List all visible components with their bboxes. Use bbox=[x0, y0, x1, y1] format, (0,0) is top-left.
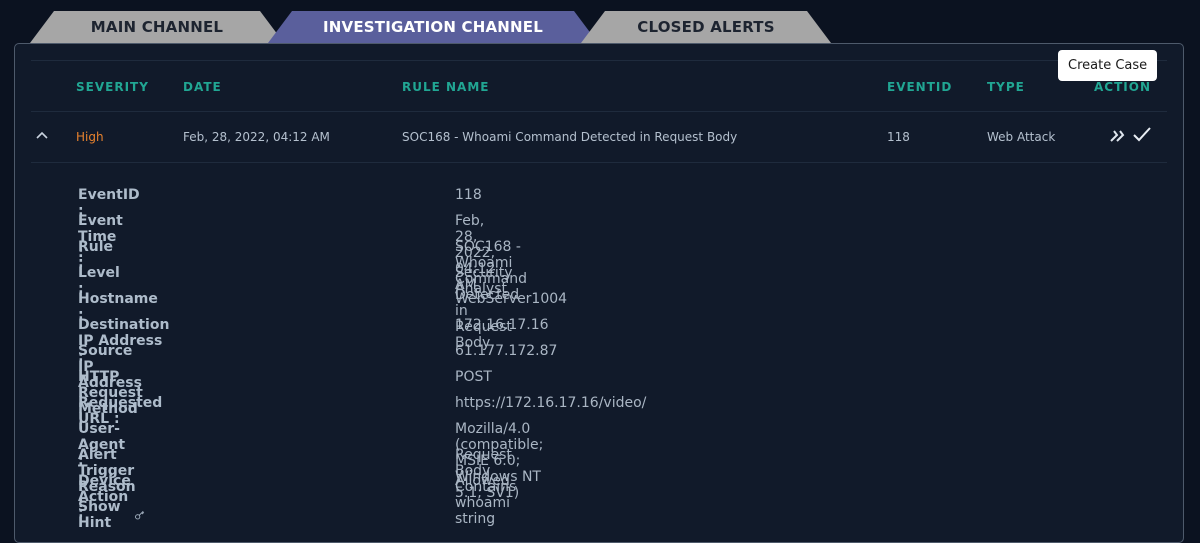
channel-tabs: MAIN CHANNEL INVESTIGATION CHANNEL CLOSE… bbox=[0, 0, 1200, 44]
column-header-date: DATE bbox=[183, 80, 222, 94]
tab-investigation-channel[interactable]: INVESTIGATION CHANNEL bbox=[268, 11, 598, 43]
detail-value: https://172.16.17.16/video/ bbox=[455, 395, 647, 411]
type-cell: Web Attack bbox=[987, 130, 1056, 144]
column-header-rule-name: RULE NAME bbox=[402, 80, 490, 94]
check-icon[interactable] bbox=[1132, 126, 1152, 142]
column-header-type: TYPE bbox=[987, 80, 1025, 94]
show-hint-label: Show Hint bbox=[78, 499, 121, 531]
divider bbox=[31, 162, 1167, 163]
column-header-severity: SEVERITY bbox=[76, 80, 149, 94]
tab-label: CLOSED ALERTS bbox=[637, 18, 775, 36]
detail-value: 172.16.17.16 bbox=[455, 317, 549, 333]
detail-value: Allowed bbox=[455, 473, 510, 489]
detail-value: WebServer1004 bbox=[455, 291, 568, 307]
detail-value: POST bbox=[455, 369, 492, 385]
tab-main-channel[interactable]: MAIN CHANNEL bbox=[30, 11, 284, 43]
detail-value: 118 bbox=[455, 187, 482, 203]
divider bbox=[31, 111, 1167, 112]
column-header-action: ACTION bbox=[1094, 80, 1151, 94]
key-icon bbox=[134, 511, 144, 520]
tab-label: MAIN CHANNEL bbox=[90, 18, 224, 36]
alerts-panel: SEVERITY DATE RULE NAME EVENTID TYPE ACT… bbox=[14, 43, 1184, 543]
column-header-eventid: EVENTID bbox=[887, 80, 953, 94]
tab-label: INVESTIGATION CHANNEL bbox=[323, 18, 543, 36]
divider bbox=[31, 60, 1167, 61]
detail-value: 61.177.172.87 bbox=[455, 343, 558, 359]
show-hint-button[interactable]: Show Hint bbox=[78, 499, 145, 531]
severity-cell: High bbox=[76, 130, 104, 144]
eventid-cell: 118 bbox=[887, 130, 910, 144]
rule-name-cell: SOC168 - Whoami Command Detected in Requ… bbox=[402, 130, 738, 144]
create-case-tooltip: Create Case bbox=[1058, 50, 1158, 81]
tab-closed-alerts[interactable]: CLOSED ALERTS bbox=[581, 11, 831, 43]
double-chevron-right-icon[interactable] bbox=[1109, 128, 1127, 144]
chevron-up-icon[interactable] bbox=[35, 128, 49, 142]
date-cell: Feb, 28, 2022, 04:12 AM bbox=[183, 130, 330, 144]
